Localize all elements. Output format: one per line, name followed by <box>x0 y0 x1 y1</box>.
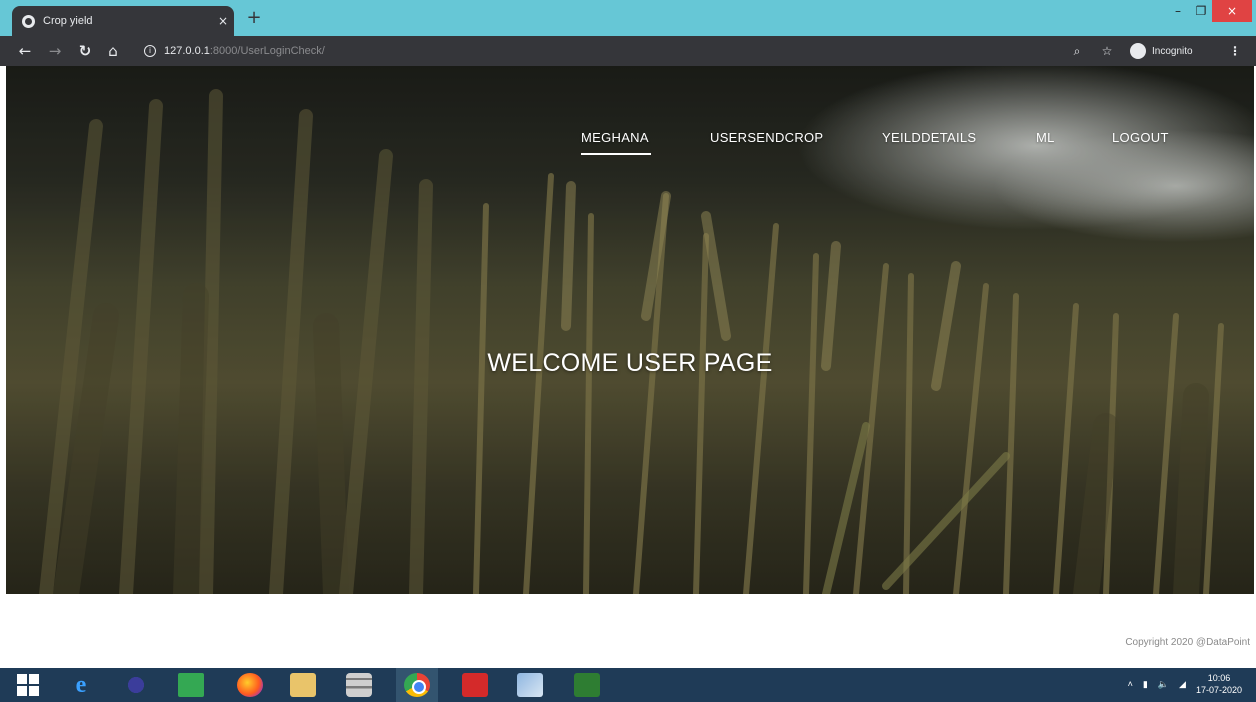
system-tray: ˄ ▮ 🔈 ◢ 10:06 17-07-2020 <box>1128 672 1242 696</box>
page-title: WELCOME USER PAGE <box>487 349 773 377</box>
windows-taskbar: e ˄ ▮ 🔈 ◢ 10:06 17-07-2020 <box>0 668 1256 702</box>
volume-icon[interactable]: 🔈 <box>1158 679 1169 690</box>
browser-tabstrip: Crop yield × + – ❐ × <box>0 0 1256 36</box>
incognito-label: Incognito <box>1152 45 1193 57</box>
address-bar[interactable]: i 127.0.0.1:8000/UserLoginCheck/ <box>132 40 1072 62</box>
incognito-profile[interactable]: Incognito <box>1130 42 1193 60</box>
app-icon[interactable] <box>517 673 543 697</box>
home-icon[interactable]: ⌂ <box>102 40 124 62</box>
nav-item-ml[interactable]: ML <box>1036 130 1055 145</box>
acrobat-icon[interactable] <box>462 673 488 697</box>
hero-banner: MEGHANA USERSENDCROP YEILDDETAILS ML LOG… <box>6 66 1254 594</box>
nav-item-logout[interactable]: LOGOUT <box>1112 130 1169 145</box>
incognito-icon <box>1130 43 1146 59</box>
forward-arrow-icon[interactable]: → <box>44 40 66 62</box>
new-tab-button[interactable]: + <box>243 7 265 29</box>
internet-explorer-icon[interactable]: e <box>68 673 94 697</box>
close-window-button[interactable]: × <box>1212 0 1252 22</box>
browser-toolbar: ← → ↻ ⌂ i 127.0.0.1:8000/UserLoginCheck/… <box>0 36 1256 66</box>
back-arrow-icon[interactable]: ← <box>14 40 36 62</box>
clock[interactable]: 10:06 17-07-2020 <box>1196 672 1242 696</box>
eclipse-icon[interactable] <box>123 673 149 697</box>
windows-start-icon[interactable] <box>16 673 42 697</box>
url-host: 127.0.0.1 <box>164 45 210 57</box>
reload-icon[interactable]: ↻ <box>74 40 96 62</box>
store-icon[interactable] <box>178 673 204 697</box>
database-icon[interactable] <box>346 673 372 697</box>
info-icon[interactable]: i <box>144 45 156 57</box>
app-icon[interactable] <box>574 673 600 697</box>
file-explorer-icon[interactable] <box>290 673 316 697</box>
nav-item-yeilddetails[interactable]: YEILDDETAILS <box>882 130 976 145</box>
network-icon[interactable]: ▮ <box>1143 679 1148 690</box>
clock-time: 10:06 <box>1207 673 1231 683</box>
menu-kebab-icon[interactable]: ⋮ <box>1224 40 1246 62</box>
main-navigation: MEGHANA USERSENDCROP YEILDDETAILS ML LOG… <box>6 130 1254 155</box>
nav-active-underline <box>581 153 651 155</box>
tray-chevron-icon[interactable]: ˄ <box>1128 679 1133 689</box>
clock-date: 17-07-2020 <box>1195 685 1242 695</box>
tab-title: Crop yield <box>43 15 93 27</box>
bookmark-star-icon[interactable]: ☆ <box>1096 40 1118 62</box>
browser-tab[interactable]: Crop yield × <box>12 6 234 36</box>
nav-item-meghana[interactable]: MEGHANA <box>581 130 649 145</box>
signal-icon[interactable]: ◢ <box>1179 679 1186 690</box>
chrome-icon[interactable] <box>404 673 430 697</box>
firefox-icon[interactable] <box>237 673 263 697</box>
tab-close-icon[interactable]: × <box>212 14 234 28</box>
nav-item-usersendcrop[interactable]: USERSENDCROP <box>710 130 823 145</box>
zoom-icon[interactable]: ⌕ <box>1066 40 1088 62</box>
url-path: :8000/UserLoginCheck/ <box>209 45 325 57</box>
copyright-text: Copyright 2020 @DataPoint <box>1125 637 1250 648</box>
globe-icon <box>22 14 35 28</box>
